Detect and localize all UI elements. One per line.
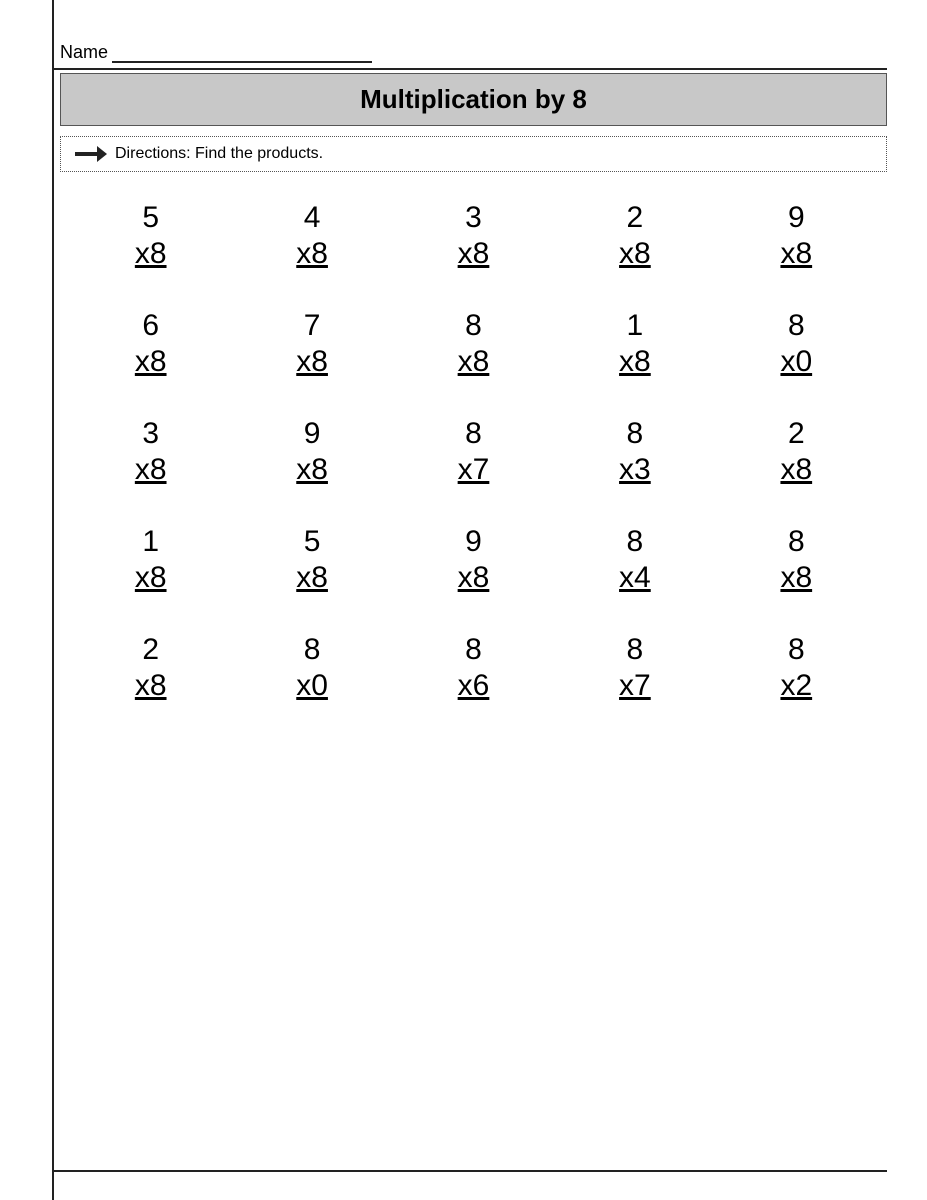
problem-cell-1-4: 2x8 — [554, 200, 715, 272]
top-number-5-2: 8 — [304, 632, 321, 668]
problem-cell-3-1: 3x8 — [70, 416, 231, 488]
problem-cell-5-3: 8x6 — [393, 632, 554, 704]
problem-cell-1-5: 9x8 — [716, 200, 877, 272]
problem-cell-1-2: 4x8 — [231, 200, 392, 272]
directions-box: Directions: Find the products. — [60, 136, 887, 172]
bottom-number-4-1: x8 — [135, 560, 167, 596]
problem-cell-4-1: 1x8 — [70, 524, 231, 596]
problem-cell-1-3: 3x8 — [393, 200, 554, 272]
problem-cell-5-4: 8x7 — [554, 632, 715, 704]
top-number-5-3: 8 — [465, 632, 482, 668]
top-number-1-3: 3 — [465, 200, 482, 236]
bottom-number-3-2: x8 — [296, 452, 328, 488]
name-label: Name — [60, 42, 108, 63]
top-number-4-5: 8 — [788, 524, 805, 560]
bottom-number-2-3: x8 — [458, 344, 490, 380]
problem-cell-5-1: 2x8 — [70, 632, 231, 704]
problem-cell-5-2: 8x0 — [231, 632, 392, 704]
top-number-3-4: 8 — [627, 416, 644, 452]
top-number-3-3: 8 — [465, 416, 482, 452]
directions-text: Directions: Find the products. — [115, 145, 323, 163]
problem-cell-4-4: 8x4 — [554, 524, 715, 596]
bottom-number-2-4: x8 — [619, 344, 651, 380]
top-number-3-5: 2 — [788, 416, 805, 452]
top-number-4-4: 8 — [627, 524, 644, 560]
problem-row-4: 1x85x89x88x48x8 — [70, 524, 877, 596]
top-number-2-1: 6 — [142, 308, 159, 344]
top-number-1-1: 5 — [142, 200, 159, 236]
bottom-number-2-5: x0 — [780, 344, 812, 380]
problem-row-3: 3x89x88x78x32x8 — [70, 416, 877, 488]
problem-cell-3-2: 9x8 — [231, 416, 392, 488]
problem-cell-2-1: 6x8 — [70, 308, 231, 380]
top-number-2-5: 8 — [788, 308, 805, 344]
problem-row-2: 6x87x88x81x88x0 — [70, 308, 877, 380]
bottom-number-5-2: x0 — [296, 668, 328, 704]
bottom-number-1-4: x8 — [619, 236, 651, 272]
problem-cell-3-4: 8x3 — [554, 416, 715, 488]
problem-cell-4-3: 9x8 — [393, 524, 554, 596]
top-border-line — [52, 68, 887, 70]
bottom-number-2-2: x8 — [296, 344, 328, 380]
top-number-4-2: 5 — [304, 524, 321, 560]
problems-grid: 5x84x83x82x89x86x87x88x81x88x03x89x88x78… — [60, 200, 887, 704]
worksheet-title: Multiplication by 8 — [60, 73, 887, 126]
problem-row-1: 5x84x83x82x89x8 — [70, 200, 877, 272]
name-row: Name — [60, 20, 887, 69]
bottom-border-line — [52, 1170, 887, 1172]
problem-cell-2-4: 1x8 — [554, 308, 715, 380]
bottom-number-4-5: x8 — [780, 560, 812, 596]
top-number-2-2: 7 — [304, 308, 321, 344]
bottom-number-1-3: x8 — [458, 236, 490, 272]
top-number-3-2: 9 — [304, 416, 321, 452]
bottom-number-3-4: x3 — [619, 452, 651, 488]
bottom-number-5-3: x6 — [458, 668, 490, 704]
problem-cell-2-3: 8x8 — [393, 308, 554, 380]
bottom-number-5-1: x8 — [135, 668, 167, 704]
bottom-number-3-3: x7 — [458, 452, 490, 488]
problem-cell-4-2: 5x8 — [231, 524, 392, 596]
problem-cell-2-2: 7x8 — [231, 308, 392, 380]
bottom-number-1-2: x8 — [296, 236, 328, 272]
bottom-number-3-5: x8 — [780, 452, 812, 488]
problem-cell-1-1: 5x8 — [70, 200, 231, 272]
problem-cell-3-3: 8x7 — [393, 416, 554, 488]
bottom-number-5-5: x2 — [780, 668, 812, 704]
bottom-number-5-4: x7 — [619, 668, 651, 704]
top-number-4-1: 1 — [142, 524, 159, 560]
bottom-number-4-3: x8 — [458, 560, 490, 596]
top-number-1-4: 2 — [627, 200, 644, 236]
bottom-number-1-5: x8 — [780, 236, 812, 272]
problem-row-5: 2x88x08x68x78x2 — [70, 632, 877, 704]
problem-cell-2-5: 8x0 — [716, 308, 877, 380]
name-write-line — [112, 59, 372, 63]
bottom-number-4-2: x8 — [296, 560, 328, 596]
top-number-5-5: 8 — [788, 632, 805, 668]
top-number-5-4: 8 — [627, 632, 644, 668]
arrow-icon — [75, 145, 107, 163]
worksheet-page: Name Multiplication by 8 Directions: Fin… — [0, 0, 927, 1200]
top-number-2-3: 8 — [465, 308, 482, 344]
top-number-1-5: 9 — [788, 200, 805, 236]
top-number-1-2: 4 — [304, 200, 321, 236]
bottom-number-1-1: x8 — [135, 236, 167, 272]
top-number-4-3: 9 — [465, 524, 482, 560]
bottom-number-4-4: x4 — [619, 560, 651, 596]
problem-cell-3-5: 2x8 — [716, 416, 877, 488]
problem-cell-5-5: 8x2 — [716, 632, 877, 704]
bottom-number-3-1: x8 — [135, 452, 167, 488]
top-number-3-1: 3 — [142, 416, 159, 452]
bottom-number-2-1: x8 — [135, 344, 167, 380]
top-number-5-1: 2 — [142, 632, 159, 668]
problem-cell-4-5: 8x8 — [716, 524, 877, 596]
top-number-2-4: 1 — [627, 308, 644, 344]
